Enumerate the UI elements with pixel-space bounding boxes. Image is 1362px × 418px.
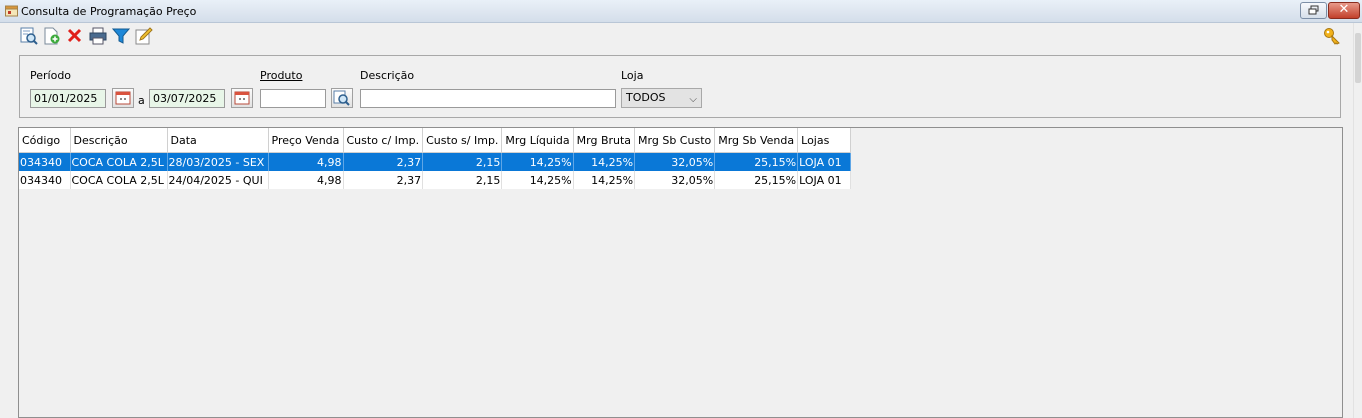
window-title: Consulta de Programação Preço <box>21 5 197 18</box>
edit-icon <box>135 27 153 45</box>
column-header[interactable]: Lojas <box>797 128 852 153</box>
date-to-calendar-button[interactable] <box>231 88 253 108</box>
table-cell: 2,37 <box>343 152 424 171</box>
results-table: Código Descrição Data Preço Venda Custo … <box>19 128 852 189</box>
table-cell: 2,37 <box>343 171 424 189</box>
table-cell: 14,25% <box>501 171 574 189</box>
column-header[interactable]: Mrg Sb Venda <box>714 128 799 153</box>
delete-button[interactable] <box>65 26 85 46</box>
filter-icon <box>111 28 131 44</box>
key-button[interactable] <box>1322 26 1342 46</box>
descricao-input[interactable] <box>360 89 616 108</box>
toolbar <box>0 23 1362 49</box>
table-cell: 24/04/2025 - QUI <box>167 171 269 189</box>
column-header[interactable]: Mrg Bruta <box>573 128 636 153</box>
table-cell: 2,15 <box>422 152 503 171</box>
table-cell: 034340 <box>19 152 71 171</box>
filter-button[interactable] <box>111 26 131 46</box>
app-icon <box>5 5 18 17</box>
a-label: a <box>138 94 145 107</box>
print-icon <box>89 27 107 45</box>
table-cell: 28/03/2025 - SEX <box>167 152 269 171</box>
loja-label: Loja <box>621 69 644 82</box>
close-button[interactable]: ✕ <box>1328 2 1360 19</box>
filter-panel: Período 01/01/2025 a 03/07/2025 Produto … <box>19 55 1341 118</box>
table-cell: 14,25% <box>501 152 574 171</box>
table-cell: 14,25% <box>573 152 636 171</box>
results-grid: Código Descrição Data Preço Venda Custo … <box>18 127 1343 418</box>
table-row[interactable]: 034340 COCA COLA 2,5L 24/04/2025 - QUI 4… <box>19 171 852 189</box>
search-icon <box>20 27 38 45</box>
table-cell: 25,15% <box>714 171 799 189</box>
loja-select[interactable]: TODOS ⌵ <box>621 88 702 108</box>
table-cell: 2,15 <box>422 171 503 189</box>
column-header[interactable]: Mrg Sb Custo <box>634 128 716 153</box>
close-icon: ✕ <box>1338 2 1350 17</box>
table-cell: 25,15% <box>714 152 799 171</box>
column-header[interactable]: Custo s/ Imp. <box>422 128 503 153</box>
date-from-input[interactable]: 01/01/2025 <box>30 89 106 108</box>
column-header[interactable]: Data <box>167 128 269 153</box>
table-row[interactable]: 034340 COCA COLA 2,5L 28/03/2025 - SEX 4… <box>19 152 852 171</box>
calendar-icon <box>115 91 131 105</box>
table-cell: 4,98 <box>268 171 344 189</box>
chevron-down-icon: ⌵ <box>689 94 697 105</box>
new-button[interactable] <box>42 26 62 46</box>
table-cell: LOJA 01 <box>797 171 852 189</box>
delete-icon <box>67 28 82 43</box>
new-document-icon <box>44 27 60 45</box>
vertical-scrollbar[interactable] <box>1353 23 1362 418</box>
produto-label[interactable]: Produto <box>260 69 302 82</box>
produto-search-button[interactable] <box>331 88 353 108</box>
table-header-row: Código Descrição Data Preço Venda Custo … <box>19 128 852 153</box>
table-cell: 14,25% <box>573 171 636 189</box>
descricao-label: Descrição <box>360 69 415 82</box>
column-header[interactable]: Código <box>19 128 71 153</box>
table-cell: LOJA 01 <box>797 152 852 171</box>
search-button[interactable] <box>19 26 39 46</box>
table-cell: 32,05% <box>634 152 716 171</box>
date-to-input[interactable]: 03/07/2025 <box>149 89 225 108</box>
periodo-label: Período <box>30 69 72 82</box>
table-cell: COCA COLA 2,5L <box>70 171 168 189</box>
column-header[interactable]: Preço Venda <box>268 128 344 153</box>
date-from-calendar-button[interactable] <box>112 88 134 108</box>
key-icon <box>1324 28 1340 45</box>
search-icon <box>333 90 350 106</box>
print-button[interactable] <box>88 26 108 46</box>
column-header[interactable]: Mrg Líquida <box>501 128 574 153</box>
restore-button[interactable] <box>1300 2 1327 19</box>
title-bar: Consulta de Programação Preço ✕ <box>0 0 1362 23</box>
calendar-icon <box>234 91 250 105</box>
produto-input[interactable] <box>260 89 326 108</box>
table-cell: 034340 <box>19 171 71 189</box>
loja-select-value: TODOS <box>626 91 666 104</box>
restore-icon <box>1308 5 1319 15</box>
table-cell: COCA COLA 2,5L <box>70 152 168 171</box>
table-cell: 32,05% <box>634 171 716 189</box>
scroll-thumb[interactable] <box>1355 33 1361 83</box>
edit-button[interactable] <box>134 26 154 46</box>
column-header[interactable]: Custo c/ Imp. <box>343 128 424 153</box>
table-cell: 4,98 <box>268 152 344 171</box>
column-header[interactable]: Descrição <box>70 128 168 153</box>
